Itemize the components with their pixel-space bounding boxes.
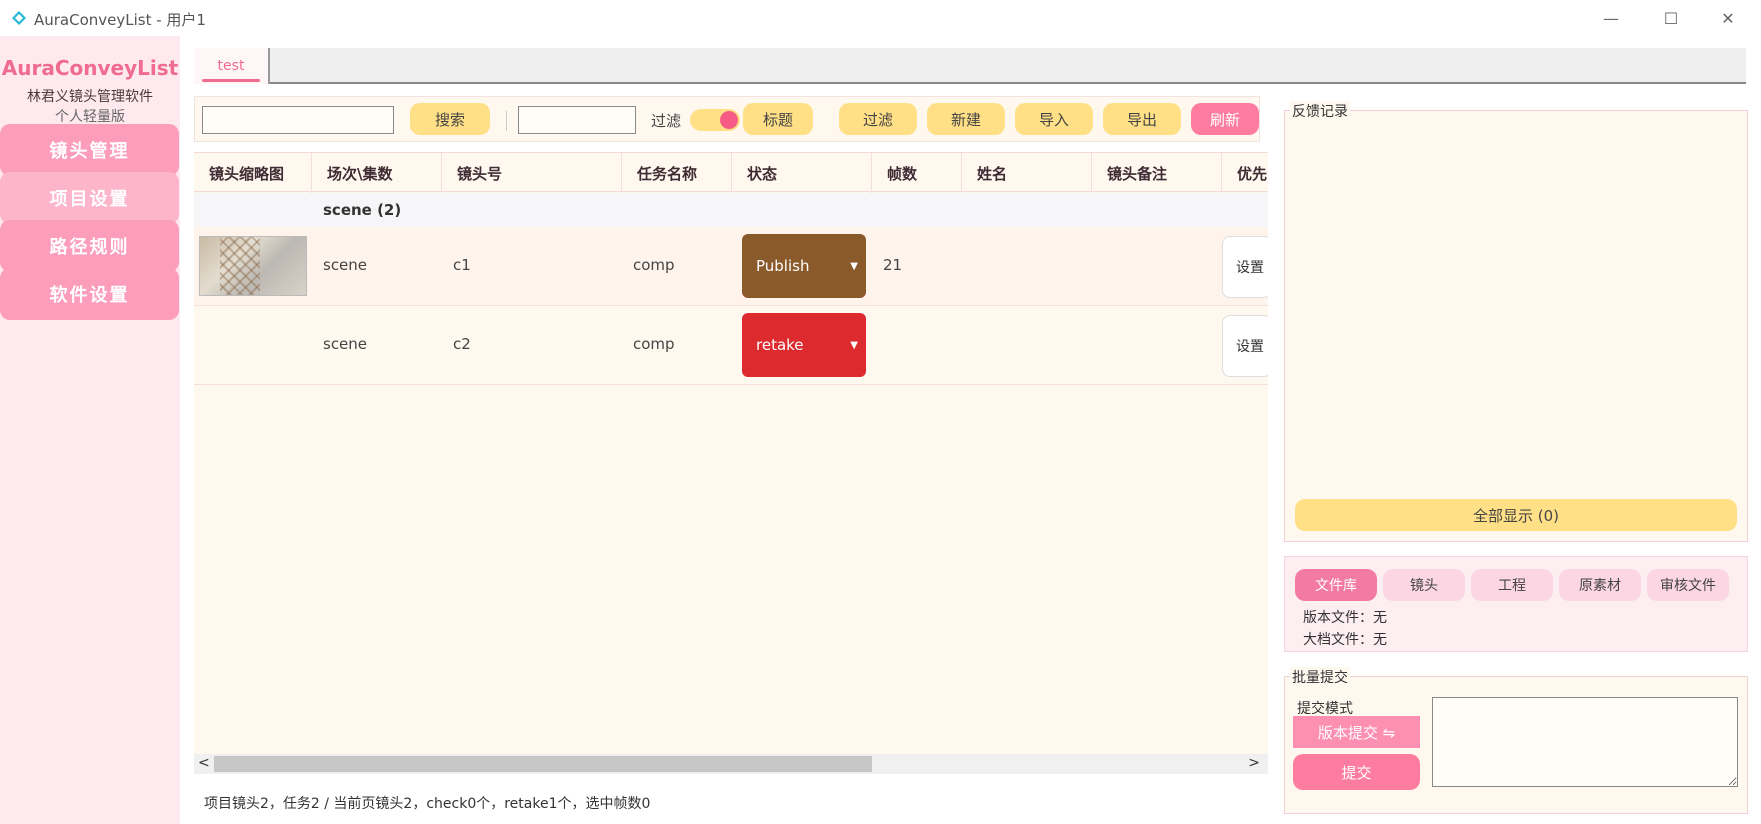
- feedback-title: 反馈记录: [1290, 101, 1350, 121]
- column-header[interactable]: 镜头备注: [1092, 153, 1222, 193]
- nav-shot-management[interactable]: 镜头管理: [0, 124, 179, 176]
- window-title: AuraConveyList - 用户1: [34, 11, 206, 29]
- tab-active-indicator: [202, 79, 260, 82]
- filter-label: 过滤: [651, 112, 682, 130]
- column-header[interactable]: 场次\集数: [312, 153, 442, 193]
- tab-label: test: [217, 58, 245, 74]
- status-value: Publish: [756, 257, 810, 275]
- table-row[interactable]: scene c1 comp Publish ▼ 21 设置: [194, 228, 1268, 306]
- brand-edition: 个人轻量版: [55, 109, 125, 125]
- version-file-info: 版本文件：无: [1303, 610, 1387, 626]
- table-header: 镜头缩略图 场次\集数 镜头号 任务名称 状态 帧数 姓名 镜头备注 优先: [194, 152, 1268, 193]
- column-header[interactable]: 状态: [732, 153, 872, 193]
- cell-shot: c2: [453, 335, 471, 353]
- maximize-icon: ☐: [1663, 8, 1679, 28]
- feedback-panel: 全部显示 (0): [1284, 110, 1748, 542]
- toolbar-divider: [506, 111, 507, 131]
- cell-task: comp: [633, 256, 675, 274]
- refresh-button[interactable]: 刷新: [1191, 103, 1259, 135]
- search-input[interactable]: [202, 106, 394, 134]
- tab-file-library[interactable]: 文件库: [1295, 569, 1377, 601]
- cell-frames: 21: [883, 256, 903, 274]
- brand-title: AuraConveyList: [1, 56, 179, 80]
- shot-table: 镜头缩略图 场次\集数 镜头号 任务名称 状态 帧数 姓名 镜头备注 优先 sc…: [194, 152, 1268, 756]
- filter-button[interactable]: 过滤: [839, 103, 917, 135]
- tab-shot[interactable]: 镜头: [1383, 569, 1465, 601]
- nav-path-rules[interactable]: 路径规则: [0, 220, 179, 272]
- files-panel: 文件库 镜头 工程 原素材 审核文件 版本文件：无 大档文件：无: [1284, 556, 1748, 652]
- minimize-button[interactable]: —: [1588, 4, 1634, 32]
- submit-mode-label: 提交模式: [1297, 701, 1353, 717]
- status-dropdown[interactable]: retake ▼: [742, 313, 866, 377]
- cell-task: comp: [633, 335, 675, 353]
- status-bar: 项目镜头2，任务2 / 当前页镜头2，check0个，retake1个，选中帧数…: [194, 788, 1270, 816]
- column-header[interactable]: 帧数: [872, 153, 962, 193]
- nav-software-settings[interactable]: 软件设置: [0, 268, 179, 320]
- settings-button[interactable]: 设置: [1222, 236, 1268, 298]
- filter-toggle[interactable]: [690, 109, 740, 131]
- cell-scene: scene: [323, 335, 368, 353]
- scrollbar-thumb[interactable]: [214, 756, 872, 772]
- horizontal-scrollbar[interactable]: < >: [194, 754, 1268, 774]
- group-label: scene (2): [323, 201, 402, 219]
- column-header[interactable]: 姓名: [962, 153, 1092, 193]
- sidebar: AuraConveyList 林君义镜头管理软件 个人轻量版 镜头管理 项目设置…: [0, 36, 180, 824]
- show-all-button[interactable]: 全部显示 (0): [1295, 499, 1737, 531]
- status-value: retake: [756, 336, 804, 354]
- project-tab-bar: test: [194, 48, 1746, 84]
- dropdown-arrow-icon: ▼: [850, 340, 858, 351]
- scroll-left-icon[interactable]: <: [198, 755, 210, 771]
- column-header[interactable]: 镜头缩略图: [194, 153, 312, 193]
- maximize-button[interactable]: ☐: [1648, 4, 1694, 32]
- batch-title: 批量提交: [1290, 667, 1350, 687]
- import-button[interactable]: 导入: [1015, 103, 1093, 135]
- submit-mode-button[interactable]: 版本提交 ⇋: [1293, 716, 1420, 748]
- column-header[interactable]: 镜头号: [442, 153, 622, 193]
- group-row[interactable]: scene (2): [194, 193, 1268, 227]
- export-button[interactable]: 导出: [1103, 103, 1181, 135]
- column-header[interactable]: 优先: [1222, 153, 1268, 193]
- tab-raw-material[interactable]: 原素材: [1559, 569, 1641, 601]
- nav-project-settings[interactable]: 项目设置: [0, 172, 179, 224]
- batch-textarea[interactable]: [1432, 697, 1738, 787]
- batch-submit-panel: 提交模式 版本提交 ⇋ 提交: [1284, 676, 1748, 814]
- new-button[interactable]: 新建: [927, 103, 1005, 135]
- tab-test[interactable]: test: [194, 48, 270, 84]
- minimize-icon: —: [1603, 8, 1619, 28]
- scroll-right-icon[interactable]: >: [1248, 755, 1260, 771]
- thumbnail-image: [220, 237, 260, 295]
- tab-review-files[interactable]: 审核文件: [1647, 569, 1729, 601]
- cell-shot: c1: [453, 256, 471, 274]
- close-icon: ✕: [1721, 8, 1735, 28]
- submit-button[interactable]: 提交: [1293, 754, 1420, 790]
- toolbar: 搜索 过滤 标题 过滤 新建 导入 导出 刷新: [194, 96, 1260, 142]
- table-row[interactable]: scene c2 comp retake ▼ 设置: [194, 307, 1268, 385]
- settings-button[interactable]: 设置: [1222, 315, 1268, 377]
- archive-file-info: 大档文件：无: [1303, 632, 1387, 648]
- tab-project[interactable]: 工程: [1471, 569, 1553, 601]
- filter-input[interactable]: [518, 106, 636, 134]
- shot-thumbnail[interactable]: [199, 236, 307, 296]
- column-header[interactable]: 任务名称: [622, 153, 732, 193]
- toggle-knob: [720, 111, 738, 129]
- status-dropdown[interactable]: Publish ▼: [742, 234, 866, 298]
- status-text: 项目镜头2，任务2 / 当前页镜头2，check0个，retake1个，选中帧数…: [204, 796, 651, 812]
- dropdown-arrow-icon: ▼: [850, 261, 858, 272]
- search-button[interactable]: 搜索: [410, 103, 490, 135]
- app-logo-icon: [12, 11, 26, 25]
- title-bar: AuraConveyList - 用户1 — ☐ ✕: [0, 0, 1761, 36]
- cell-scene: scene: [323, 256, 368, 274]
- brand-subtitle: 林君义镜头管理软件: [27, 89, 153, 105]
- close-button[interactable]: ✕: [1705, 4, 1751, 32]
- title-button[interactable]: 标题: [743, 103, 813, 135]
